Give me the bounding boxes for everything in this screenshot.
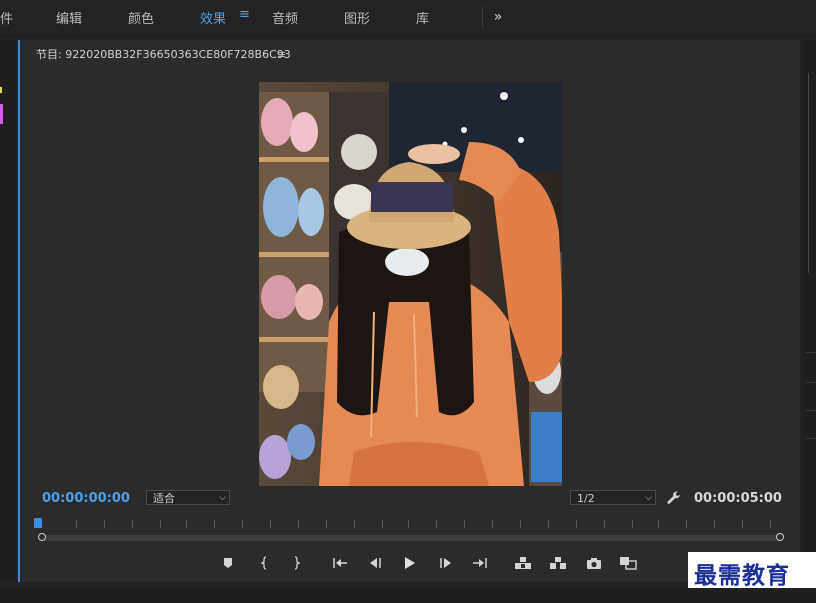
left-panel bbox=[0, 40, 20, 582]
right-panel-divider bbox=[806, 352, 816, 353]
marker-icon[interactable] bbox=[218, 555, 238, 571]
left-panel-marker bbox=[0, 87, 2, 93]
play-icon[interactable] bbox=[400, 555, 420, 571]
right-panel-divider bbox=[806, 382, 816, 383]
mark-out-icon[interactable] bbox=[286, 555, 306, 571]
playback-resolution-value: 1/2 bbox=[577, 492, 595, 505]
lift-icon[interactable] bbox=[513, 555, 533, 571]
zoom-scrollbar-end-handle[interactable] bbox=[776, 533, 784, 541]
topbar-divider bbox=[482, 6, 483, 28]
workspace-tab-editing[interactable]: 编辑 bbox=[56, 8, 82, 27]
watermark: 最需教育 bbox=[688, 552, 816, 589]
left-panel-marker bbox=[0, 104, 3, 124]
program-monitor-title[interactable]: 节目: 922020BB32F36650363CE80F728B6C93 bbox=[36, 48, 291, 62]
workspace-tab-libraries[interactable]: 库 bbox=[416, 8, 429, 27]
time-ruler[interactable] bbox=[36, 518, 786, 532]
zoom-scrollbar-track[interactable] bbox=[41, 535, 781, 541]
video-frame[interactable] bbox=[259, 82, 562, 486]
zoom-scrollbar-start-handle[interactable] bbox=[38, 533, 46, 541]
zoom-level-value: 适合 bbox=[153, 492, 175, 505]
playback-resolution-select[interactable]: 1/2 ⌵ bbox=[570, 490, 656, 505]
extract-icon[interactable] bbox=[548, 555, 568, 571]
comparison-view-icon[interactable] bbox=[618, 555, 638, 571]
workspace-menu-icon[interactable]: ≡ bbox=[239, 8, 251, 22]
workspace-tab-effects[interactable]: 效果 bbox=[200, 8, 226, 27]
program-monitor: 节目: 922020BB32F36650363CE80F728B6C93 ≡ 0… bbox=[22, 40, 800, 582]
workspace-tab-audio[interactable]: 音频 bbox=[272, 8, 298, 27]
chevron-down-icon: ⌵ bbox=[645, 493, 652, 503]
chevron-down-icon: ⌵ bbox=[219, 493, 226, 503]
workspace-tab-color[interactable]: 颜色 bbox=[128, 8, 154, 27]
right-panel-divider bbox=[806, 410, 816, 411]
step-forward-icon[interactable] bbox=[436, 555, 456, 571]
step-back-icon[interactable] bbox=[365, 555, 385, 571]
mark-in-icon[interactable] bbox=[255, 555, 275, 571]
right-panel-divider bbox=[806, 438, 816, 439]
workspace-tab-graphics[interactable]: 图形 bbox=[344, 8, 370, 27]
workspace-tab-files[interactable]: 件 bbox=[0, 8, 13, 27]
go-to-out-icon[interactable] bbox=[470, 555, 490, 571]
go-to-in-icon[interactable] bbox=[330, 555, 350, 571]
hamburger-icon[interactable]: ≡ bbox=[277, 48, 286, 61]
current-timecode[interactable]: 00:00:00:00 bbox=[42, 491, 130, 506]
chevrons-right-icon[interactable]: » bbox=[486, 6, 510, 28]
workspace-bar: 件 编辑 颜色 效果 ≡ 音频 图形 库 » bbox=[0, 0, 816, 37]
right-panel-scroll[interactable] bbox=[808, 73, 816, 273]
duration-timecode: 00:00:05:00 bbox=[694, 491, 782, 506]
zoom-level-select[interactable]: 适合 ⌵ bbox=[146, 490, 230, 505]
watermark-text: 最需教育 bbox=[694, 562, 790, 589]
playhead[interactable] bbox=[34, 518, 42, 528]
camera-icon[interactable] bbox=[584, 555, 604, 571]
wrench-icon[interactable] bbox=[666, 490, 684, 506]
video-frame-image bbox=[259, 82, 562, 486]
